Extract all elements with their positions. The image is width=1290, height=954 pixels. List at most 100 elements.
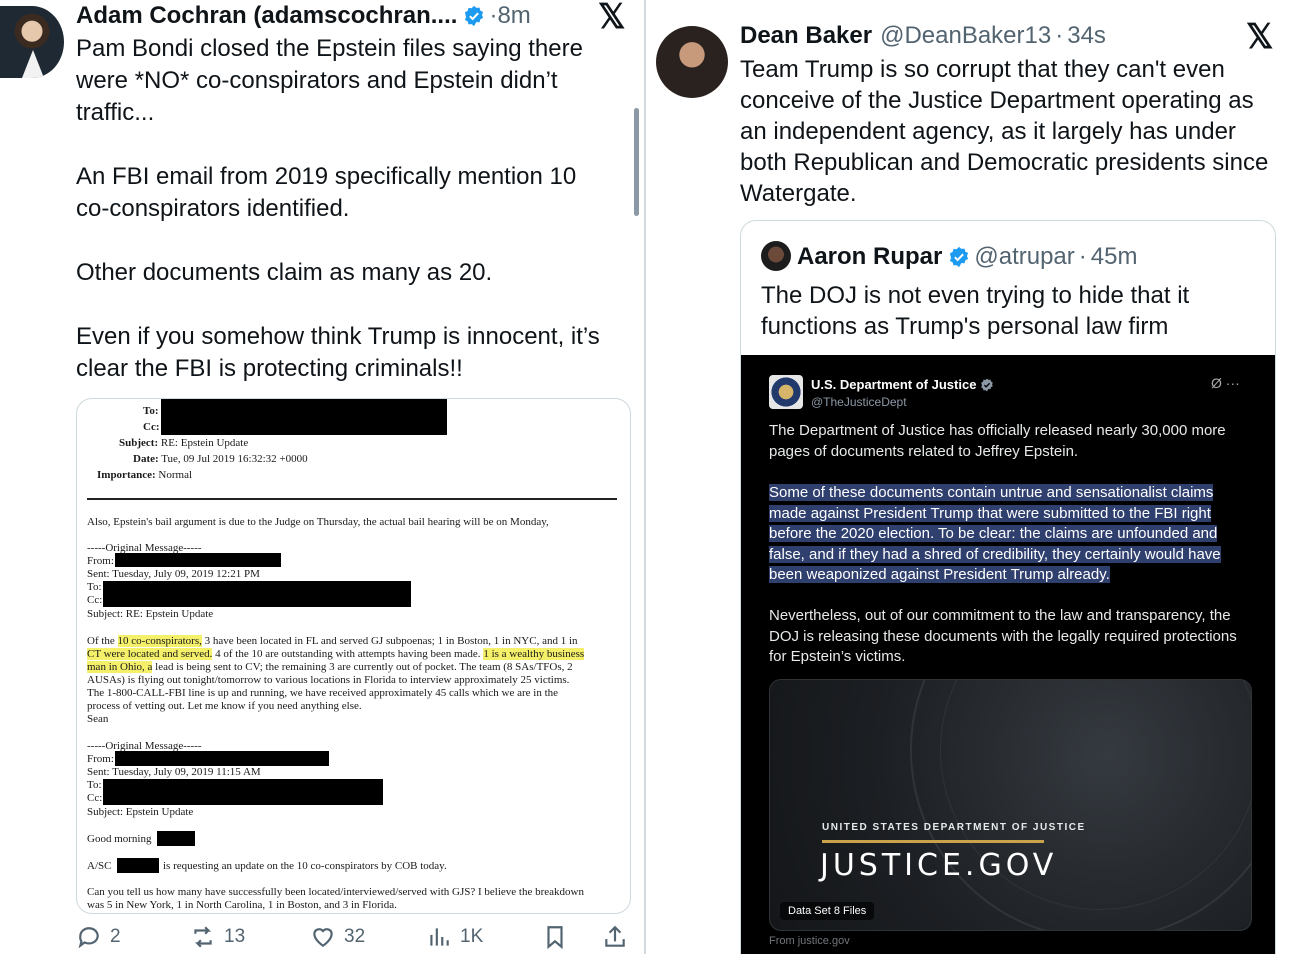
doc-line: Sean	[87, 713, 109, 725]
reply-count: 2	[110, 926, 121, 947]
x-logo-icon: 𝕏	[598, 0, 626, 36]
views-button[interactable]: 1K	[426, 924, 483, 950]
redaction-bar	[115, 553, 281, 567]
repost-count: 13	[224, 926, 246, 947]
tweet-paragraph: Pam Bondi closed the Epstein files sayin…	[76, 35, 583, 126]
bookmark-icon	[547, 926, 563, 950]
date-label: Date:	[133, 453, 159, 465]
redaction-bar	[103, 581, 411, 607]
reply-button[interactable]: 2	[76, 924, 121, 950]
subject-label: Subject:	[119, 437, 159, 449]
more-options-icon: Ø ···	[1211, 375, 1240, 391]
date-value: Tue, 09 Jul 2019 16:32:32 +0000	[161, 453, 308, 465]
verified-badge-icon	[465, 5, 484, 27]
importance-label: Importance:	[97, 469, 156, 481]
share-button[interactable]	[602, 924, 636, 950]
gold-bar	[822, 840, 1044, 843]
highlighted-text: CT were located and served.	[87, 648, 213, 660]
source-link[interactable]: From justice.gov	[769, 935, 850, 947]
right-tweet: Dean Baker @DeanBaker13 · 34s 𝕏 Team Tru…	[646, 0, 1290, 954]
doc-line: Also, Epstein's bail argument is due to …	[87, 516, 549, 528]
repost-button[interactable]: 13	[190, 924, 245, 950]
doc-text: Of the	[87, 635, 118, 647]
doj-name-text: U.S. Department of Justice	[811, 377, 977, 392]
timestamp[interactable]: 34s	[1067, 22, 1106, 50]
doc-line: AUSAs) is flying out tonight/tomorrow to…	[87, 674, 570, 686]
share-icon	[605, 925, 625, 947]
author-handle[interactable]: @DeanBaker13	[880, 22, 1051, 50]
left-tweet: Adam Cochran (adamscochran.... · 8m 𝕏 Pa…	[0, 0, 644, 954]
cc-label: Cc:	[143, 421, 160, 433]
doc-line: Sent: Tuesday, July 09, 2019 12:21 PM	[87, 568, 260, 580]
doc-text: 3 have been located in FL and served GJ …	[201, 635, 578, 647]
x-logo-icon: 𝕏	[1246, 18, 1274, 56]
view-count: 1K	[460, 926, 484, 947]
tweet-actions: 2 13 32 1K	[76, 924, 636, 954]
doj-handle: @TheJusticeDept	[811, 395, 907, 409]
analytics-icon	[430, 928, 449, 946]
doj-selected-paragraph: Some of these documents contain untrue a…	[769, 483, 1249, 586]
doc-line: Cc:	[87, 594, 103, 606]
selected-line: been weaponized against President Trump …	[769, 566, 1110, 583]
doc-line: Subject: RE: Epstein Update	[87, 608, 214, 620]
tweet-paragraph: An FBI email from 2019 specifically ment…	[76, 163, 577, 222]
verified-badge-icon	[981, 378, 994, 391]
card-subtitle: UNITED STATES DEPARTMENT OF JUSTICE	[822, 822, 1086, 833]
doc-line: The 1-800-CALL-FBI line is up and runnin…	[87, 687, 559, 699]
doc-line: Can you tell us how many have successful…	[87, 886, 584, 898]
doc-line: Cc:	[87, 792, 103, 804]
doj-paragraph: The Department of Justice has officially…	[769, 422, 1226, 460]
tweet-paragraph: Even if you somehow think Trump is innoc…	[76, 323, 600, 382]
author-handle: @atrupar	[974, 243, 1075, 270]
document-image[interactable]: To: Cc: Subject: RE: Epstein Update Date…	[76, 398, 631, 914]
tweet-paragraph: Other documents claim as many as 20.	[76, 259, 493, 286]
highlighted-text: 1 is a wealthy business	[483, 648, 585, 660]
doc-line: is requesting an update on the 10 co-con…	[163, 860, 447, 872]
tweet-text: Team Trump is so corrupt that they can't…	[740, 56, 1269, 207]
quote-header: Aaron Rupar @atrupar · 45m	[797, 241, 1137, 273]
selected-line: Some of these documents contain untrue a…	[769, 484, 1214, 501]
separator-dot: ·	[489, 2, 498, 29]
card-badge: Data Set 8 Files	[780, 902, 875, 920]
doj-paragraph: Nevertheless, out of our commitment to t…	[769, 607, 1237, 665]
bookmark-button[interactable]	[542, 924, 576, 950]
doc-line: From:	[87, 753, 114, 765]
separator-dot: ·	[1055, 22, 1064, 49]
divider	[87, 498, 617, 500]
doc-line: To:	[87, 779, 102, 791]
doj-seal-avatar	[769, 375, 803, 409]
doc-line: A/SC	[87, 860, 112, 872]
selected-line: false, and if they had a shred of credib…	[769, 545, 1221, 563]
fbi-email-document: To: Cc: Subject: RE: Epstein Update Date…	[77, 399, 630, 913]
redaction-bar	[103, 779, 383, 805]
doc-line: process of vetting out. Let me know if y…	[87, 700, 362, 712]
separator-dot: ·	[1078, 243, 1087, 270]
heart-icon	[313, 928, 333, 947]
scrollbar[interactable]	[634, 108, 639, 216]
repost-icon	[194, 926, 212, 948]
importance-value: Normal	[158, 469, 193, 481]
doj-post-image[interactable]: U.S. Department of Justice @TheJusticeDe…	[741, 355, 1275, 954]
avatar[interactable]	[656, 26, 728, 98]
quoted-tweet[interactable]: Aaron Rupar @atrupar · 45m The DOJ is no…	[740, 220, 1276, 954]
author-name[interactable]: Dean Baker	[740, 22, 872, 50]
selected-line: made against President Trump that were s…	[769, 504, 1211, 522]
quote-text: The DOJ is not even trying to hide that …	[761, 282, 1190, 340]
doc-line: Good morning	[87, 833, 152, 845]
subject-value: RE: Epstein Update	[160, 437, 249, 449]
timestamp[interactable]: 8m	[497, 2, 530, 30]
author-name[interactable]: Adam Cochran (adamscochran....	[76, 2, 457, 30]
justice-gov-link-card[interactable]: UNITED STATES DEPARTMENT OF JUSTICE JUST…	[769, 679, 1252, 931]
doc-line: Subject: Epstein Update	[87, 806, 194, 818]
redaction-bar	[161, 399, 447, 435]
author-name: Aaron Rupar	[797, 243, 943, 270]
avatar[interactable]	[0, 6, 64, 78]
like-button[interactable]: 32	[310, 924, 365, 950]
card-title: JUSTICE.GOV	[820, 848, 1058, 883]
tweet-header: Adam Cochran (adamscochran.... · 8m	[76, 0, 531, 32]
highlighted-text: man in Ohio, a	[87, 661, 153, 673]
redaction-bar	[117, 858, 159, 873]
tweet-header: Dean Baker @DeanBaker13 · 34s	[740, 20, 1106, 52]
doc-line: From:	[87, 555, 114, 567]
timestamp: 45m	[1090, 243, 1138, 270]
